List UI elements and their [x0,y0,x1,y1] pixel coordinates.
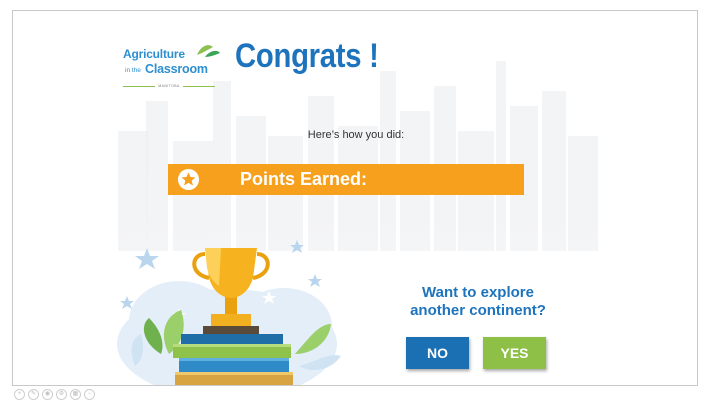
plus-icon[interactable]: + [14,389,25,400]
logo-line-manitoba: MANITOBA [158,84,180,88]
explore-prompt-line-1: Want to explore [422,284,534,301]
trophy-books-illustration [117,240,341,385]
logo-line-agriculture: Agriculture [123,47,185,61]
yes-button[interactable]: YES [483,337,546,369]
logo-line-classroom: Classroom [145,62,208,76]
points-earned-banner: Points Earned: [168,164,524,195]
edit-icon[interactable]: ✎ [28,389,39,400]
star-icon [177,168,200,191]
results-subtitle: Here’s how you did: [307,129,405,141]
minus-icon[interactable]: − [84,389,95,400]
eye-icon[interactable]: ◉ [42,389,53,400]
page-title: Congrats ! [235,37,379,75]
leaf-icon [197,45,220,57]
settings-icon[interactable]: ⚙ [56,389,67,400]
points-earned-label: Points Earned: [240,169,368,189]
no-button[interactable]: NO [406,337,469,369]
explore-prompt-line-2: another continent? [410,302,546,319]
logo-underline: MANITOBA [123,83,216,89]
slide-frame: Agriculture in the Classroom MANITOBA Co… [12,10,698,386]
logo-line-in-the: in the [125,67,141,74]
explore-prompt: Want to explore another continent? [387,284,569,320]
player-toolbar: + ✎ ◉ ⚙ ▦ − [14,389,95,400]
grid-icon[interactable]: ▦ [70,389,81,400]
agriculture-in-the-classroom-logo: Agriculture in the Classroom MANITOBA [119,45,229,95]
